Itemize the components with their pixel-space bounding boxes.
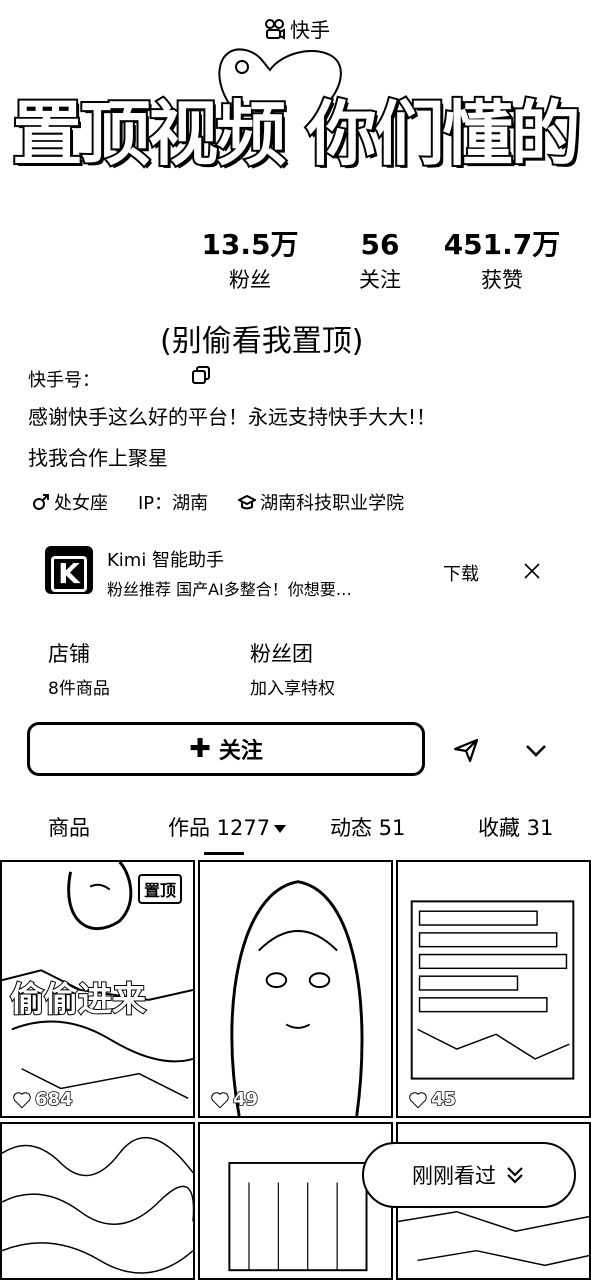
video-thumbnail[interactable]: 49 [198, 860, 393, 1118]
kimi-logo-icon: K [45, 546, 93, 594]
girl-portrait-image [230, 880, 364, 1116]
tab-works[interactable]: 作品 1277 [168, 812, 287, 842]
profile-bio-line-1: 感谢快手这么好的平台！永远支持快手大大!！ [28, 405, 437, 429]
tab-works-label: 作品 1277 [168, 816, 271, 840]
video-likes-count: 684 [34, 1088, 73, 1111]
stat-following[interactable]: 56 关注 [320, 228, 440, 294]
plus-icon: ✚ [189, 734, 211, 764]
tag-zodiac: 处女座 [32, 489, 108, 515]
stat-fans-value: 13.5万 [201, 228, 299, 261]
video-thumbnail[interactable] [198, 1122, 393, 1280]
video-likes: 49 [210, 1088, 259, 1111]
profile-nickname: (别偷看我置顶) [160, 324, 364, 359]
video-likes: 45 [408, 1088, 457, 1111]
shop-subtitle: 8件商品 [48, 679, 110, 699]
stat-likes[interactable]: 451.7万 获赞 [442, 228, 562, 294]
fan-club-entry[interactable]: 粉丝团 加入享特权 [250, 638, 335, 699]
kuaishou-id-label: 快手号： [28, 370, 100, 391]
profile-tags: 处女座 IP：湖南 湖南科技职业学院 [32, 489, 434, 515]
video-caption: 偷偷进来 [9, 979, 147, 1021]
graduation-cap-icon [238, 494, 257, 510]
send-message-icon[interactable] [452, 736, 480, 764]
recently-viewed-label: 刚刚看过 [412, 1164, 496, 1188]
stat-likes-value: 451.7万 [443, 228, 561, 261]
tab-moments[interactable]: 动态 51 [330, 812, 405, 842]
tab-favorites[interactable]: 收藏 31 [478, 812, 553, 842]
close-icon[interactable] [523, 562, 541, 580]
caret-down-icon [274, 825, 287, 833]
follow-button[interactable]: ✚ 关注 [27, 722, 425, 776]
kimi-ad-card[interactable]: K Kimi 智能助手 粉丝推荐 国产AI多整合！你想要… 下载 [45, 542, 565, 602]
profile-stats: 13.5万 粉丝 56 关注 451.7万 获赞 [190, 228, 580, 294]
content-tabs: 商品 作品 1277 动态 51 收藏 31 [0, 812, 591, 852]
video-thumbnail[interactable] [0, 1122, 195, 1280]
video-thumbnail[interactable]: 45 [396, 860, 591, 1118]
tag-ip-text: IP：湖南 [138, 493, 209, 514]
active-tab-indicator [204, 852, 244, 855]
fan-club-subtitle: 加入享特权 [250, 679, 335, 699]
recently-viewed-button[interactable]: 刚刚看过 [362, 1142, 576, 1208]
video-likes-count: 45 [430, 1088, 457, 1111]
chat-screenshot-image [410, 900, 575, 1080]
kimi-logo-letter: K [51, 556, 87, 592]
heart-icon [211, 1091, 229, 1108]
fan-club-title: 粉丝团 [250, 642, 313, 666]
chevron-down-icon[interactable] [524, 738, 548, 762]
shop-entry[interactable]: 店铺 8件商品 [48, 638, 110, 699]
copy-icon[interactable] [192, 366, 210, 384]
foliage-image [2, 1137, 193, 1274]
profile-bio-line-2: 找我合作上聚星 [28, 446, 168, 470]
ad-download-button[interactable]: 下载 [443, 560, 479, 586]
video-thumbnail[interactable]: 置顶 偷偷进来 684 [0, 860, 195, 1118]
pinned-badge: 置顶 [138, 874, 183, 904]
follow-button-label: 关注 [218, 739, 263, 764]
heart-icon [409, 1091, 427, 1108]
tag-school[interactable]: 湖南科技职业学院 [238, 489, 404, 515]
male-symbol-icon [33, 494, 49, 510]
double-chevron-down-icon [507, 1167, 523, 1184]
tab-products[interactable]: 商品 [48, 812, 90, 842]
video-grid: 置顶 偷偷进来 684 49 45 [0, 860, 591, 1280]
ad-description: 粉丝推荐 国产AI多整合！你想要… [107, 580, 352, 599]
tag-school-text: 湖南科技职业学院 [260, 493, 405, 514]
video-likes: 684 [12, 1088, 73, 1111]
stat-likes-label: 获赞 [481, 268, 523, 292]
heart-icon [13, 1091, 31, 1108]
tag-ip: IP：湖南 [138, 489, 208, 515]
ad-title: Kimi 智能助手 [107, 550, 225, 571]
video-likes-count: 49 [232, 1088, 259, 1111]
stat-following-value: 56 [360, 228, 400, 261]
tag-zodiac-text: 处女座 [54, 493, 108, 514]
stat-fans[interactable]: 13.5万 粉丝 [190, 228, 310, 294]
banner-headline: 置顶视频 你们懂的 [10, 91, 582, 177]
stat-following-label: 关注 [359, 268, 401, 292]
room-image [228, 1162, 368, 1272]
stat-fans-label: 粉丝 [229, 268, 271, 292]
shop-title: 店铺 [48, 642, 90, 666]
profile-banner: 快手 置顶视频 你们懂的 [0, 0, 591, 215]
